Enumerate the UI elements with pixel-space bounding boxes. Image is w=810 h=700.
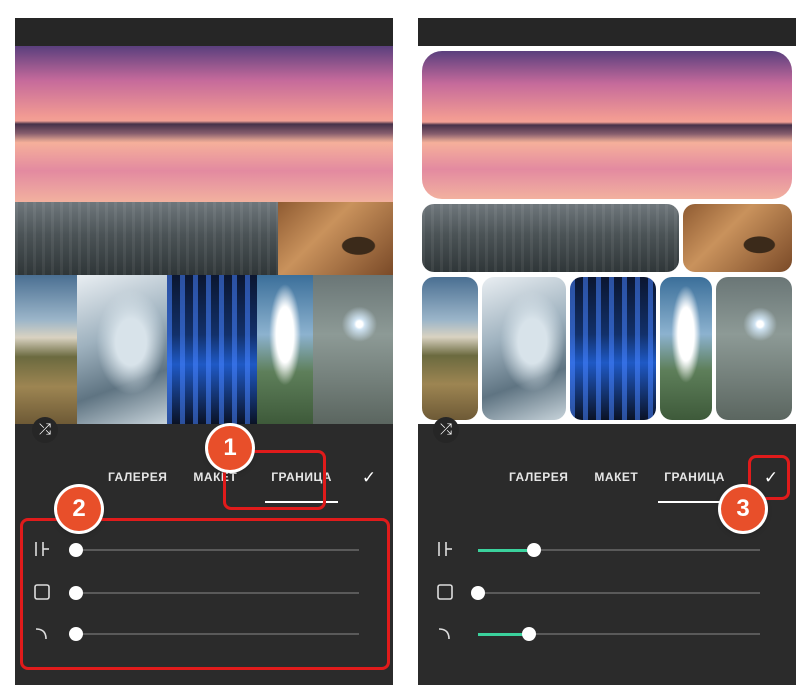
tab-layout[interactable]: МАКЕТ <box>594 470 638 490</box>
inner-border-slider[interactable] <box>418 540 796 560</box>
collage-cell-forest[interactable] <box>15 202 278 275</box>
corner-radius-icon <box>438 628 450 640</box>
collage-cell-city[interactable] <box>570 277 656 420</box>
tab-bar: ГАЛЕРЕЯ МАКЕТ ГРАНИЦА <box>509 470 751 503</box>
tab-gallery[interactable]: ГАЛЕРЕЯ <box>108 470 167 490</box>
slider-thumb[interactable] <box>522 627 536 641</box>
outer-border-slider[interactable] <box>418 583 796 603</box>
status-bar <box>15 18 393 46</box>
confirm-check-icon[interactable]: ✓ <box>357 468 381 488</box>
step-badge-1: 1 <box>208 426 252 470</box>
collage-cell-clouds[interactable] <box>660 277 712 420</box>
tab-gallery[interactable]: ГАЛЕРЕЯ <box>509 470 568 490</box>
slider-thumb[interactable] <box>527 543 541 557</box>
right-screen: ⤮ ГАЛЕРЕЯ МАКЕТ ГРАНИЦА ✓ <box>418 18 796 685</box>
collage-cell-moon[interactable] <box>716 277 792 420</box>
slider-track <box>478 592 760 594</box>
outer-border-icon <box>437 584 453 600</box>
collage-cell-sunset[interactable] <box>422 51 792 199</box>
step-badge-2: 2 <box>57 487 101 531</box>
slider-fill <box>478 549 534 552</box>
collage-cell-field[interactable] <box>15 275 77 424</box>
collage-preview <box>418 46 796 424</box>
collage-preview <box>15 46 393 424</box>
collage-cell-frost[interactable] <box>77 275 167 424</box>
shuffle-icon[interactable]: ⤮ <box>433 417 459 443</box>
status-bar <box>418 18 796 46</box>
step-badge-3: 3 <box>721 487 765 531</box>
highlight-sliders <box>20 518 390 670</box>
collage-cell-frost[interactable] <box>482 277 566 420</box>
collage-cell-forest[interactable] <box>422 204 679 272</box>
inner-border-icon <box>438 542 452 556</box>
tab-border[interactable]: ГРАНИЦА <box>658 470 731 503</box>
collage-cell-cat[interactable] <box>683 204 792 272</box>
collage-cell-moon[interactable] <box>313 275 393 424</box>
collage-cell-cat[interactable] <box>278 202 393 275</box>
collage-cell-sunset[interactable] <box>15 46 393 202</box>
collage-cell-city[interactable] <box>167 275 257 424</box>
collage-cell-field[interactable] <box>422 277 478 420</box>
slider-thumb[interactable] <box>471 586 485 600</box>
shuffle-icon[interactable]: ⤮ <box>32 417 58 443</box>
corner-radius-slider[interactable] <box>418 624 796 644</box>
collage-cell-clouds[interactable] <box>257 275 313 424</box>
